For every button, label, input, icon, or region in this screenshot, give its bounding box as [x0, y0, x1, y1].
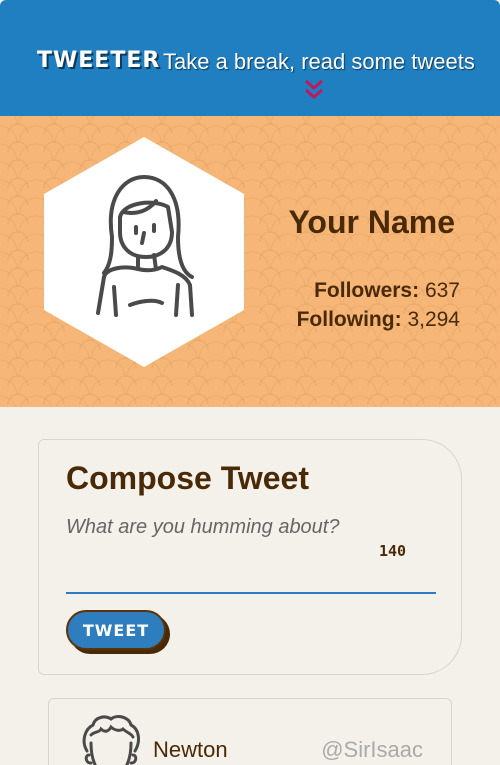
tweet-button[interactable]: TWEET [66, 610, 166, 650]
profile-stats: Followers: 637 Following: 3,294 [297, 276, 460, 334]
double-chevron-down-icon[interactable] [303, 78, 325, 102]
compose-title: Compose Tweet [66, 460, 309, 496]
profile-name: Your Name [288, 204, 455, 240]
tweet-author-name[interactable]: Newton [153, 737, 228, 763]
followers-count: 637 [424, 279, 460, 302]
profile-banner: Your Name Followers: 637 Following: 3,29… [0, 116, 500, 407]
app-logo[interactable]: TWEETER [37, 48, 160, 73]
tweet-item[interactable]: Newton @SirIsaac [48, 698, 452, 765]
tweet-author-handle[interactable]: @SirIsaac [321, 737, 423, 763]
followers-stat: Followers: 637 [297, 276, 460, 305]
app-tagline: Take a break, read some tweets [163, 49, 475, 74]
character-counter: 140 [379, 542, 407, 560]
user-avatar-icon [44, 137, 244, 367]
following-stat: Following: 3,294 [297, 305, 460, 334]
app-header: TWEETER Take a break, read some tweets [0, 0, 500, 116]
followers-label: Followers: [314, 279, 420, 302]
compose-tweet-card: Compose Tweet 140 TWEET [38, 439, 462, 675]
following-label: Following: [296, 308, 402, 331]
following-count: 3,294 [407, 308, 460, 331]
curly-hair-avatar-icon [82, 715, 140, 765]
